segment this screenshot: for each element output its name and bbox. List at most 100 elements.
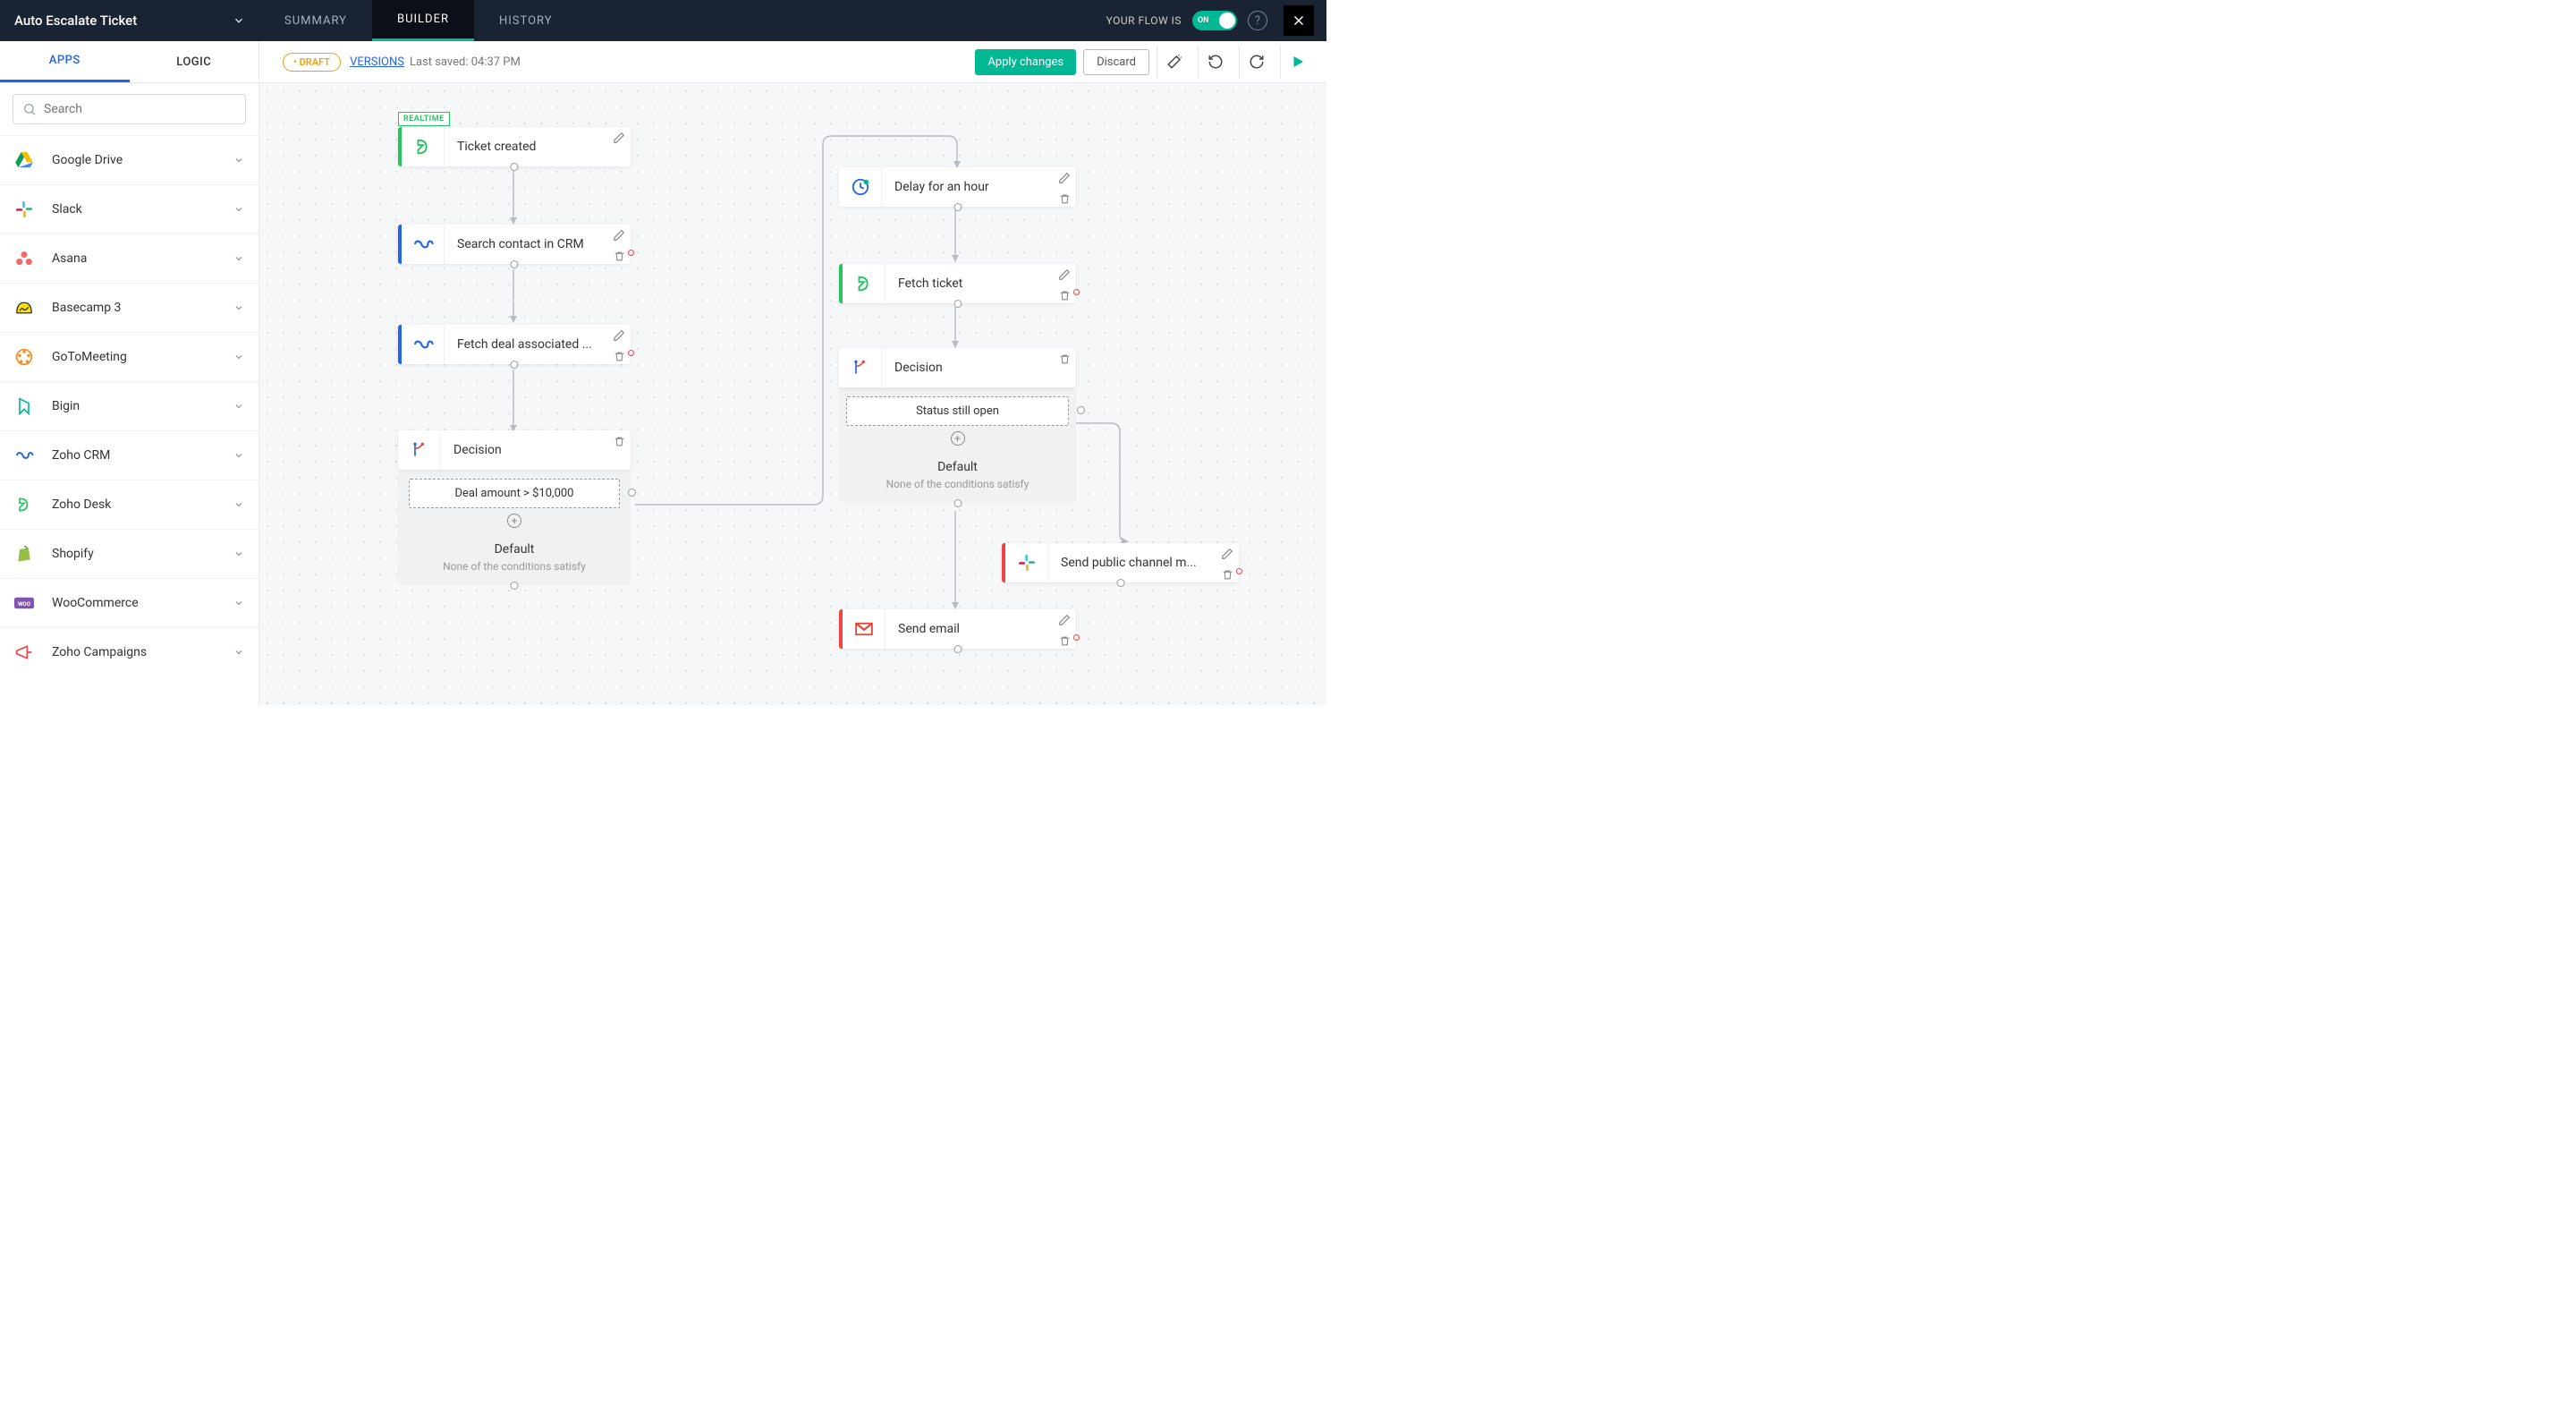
trash-icon[interactable] <box>1059 191 1071 208</box>
node-decision-deal[interactable]: Decision Deal amount > $10,000 + Default… <box>398 430 631 585</box>
node-decision-status[interactable]: Decision Status still open + Default Non… <box>839 348 1076 503</box>
run-button[interactable] <box>1280 45 1314 79</box>
tab-apps[interactable]: APPS <box>0 41 130 82</box>
node-delay[interactable]: Delay for an hour <box>839 167 1076 207</box>
node-ticket-created[interactable]: Ticket created <box>398 127 631 166</box>
redo-icon <box>1249 54 1265 70</box>
sidebar-item-bigin[interactable]: Bigin <box>0 381 258 430</box>
trash-icon[interactable] <box>614 434 625 451</box>
trash-icon[interactable] <box>1059 288 1071 305</box>
tab-logic[interactable]: LOGIC <box>130 41 259 82</box>
sidebar-item-shopify[interactable]: Shopify <box>0 529 258 578</box>
output-port[interactable] <box>953 645 962 653</box>
sidebar-item-asana[interactable]: Asana <box>0 234 258 283</box>
magic-wand-button[interactable] <box>1157 45 1191 79</box>
header-bar: Auto Escalate Ticket SUMMARY BUILDER HIS… <box>0 0 1326 41</box>
node-search-contact[interactable]: Search contact in CRM <box>398 225 631 264</box>
sidebar-item-basecamp[interactable]: Basecamp 3 <box>0 283 258 332</box>
output-port[interactable] <box>1077 406 1085 414</box>
flow-canvas[interactable]: REALTIME Ticket created Search contact i… <box>259 83 1326 706</box>
magic-wand-icon <box>1166 54 1182 70</box>
node-label: Send email <box>886 609 1076 649</box>
add-condition-button[interactable]: + <box>951 431 965 446</box>
output-port[interactable] <box>1116 579 1124 587</box>
discard-button[interactable]: Discard <box>1083 49 1149 75</box>
edit-icon[interactable] <box>1221 547 1233 564</box>
woocommerce-icon: WOO <box>14 593 34 613</box>
realtime-tag: REALTIME <box>398 112 450 126</box>
add-condition-button[interactable]: + <box>507 514 521 528</box>
redo-button[interactable] <box>1239 45 1273 79</box>
sidebar-item-gotomeeting[interactable]: GoToMeeting <box>0 332 258 381</box>
node-label: Search contact in CRM <box>445 225 631 264</box>
node-label: Fetch deal associated ... <box>445 325 631 364</box>
condition-chip[interactable]: Status still open <box>846 396 1069 426</box>
sidebar-item-zoho-crm[interactable]: Zoho CRM <box>0 430 258 480</box>
edit-icon[interactable] <box>1058 268 1071 285</box>
zoho-desk-icon <box>402 127 445 166</box>
node-fetch-deal[interactable]: Fetch deal associated ... <box>398 325 631 364</box>
edit-icon[interactable] <box>613 131 625 148</box>
warning-indicator <box>1073 289 1080 295</box>
flow-status-label: YOUR FLOW IS <box>1106 14 1182 27</box>
edit-icon[interactable] <box>1058 171 1071 188</box>
trash-icon[interactable] <box>1059 352 1071 369</box>
trash-icon[interactable] <box>614 349 625 366</box>
google-drive-icon <box>14 150 34 170</box>
undo-button[interactable] <box>1198 45 1232 79</box>
sidebar-item-zoho-desk[interactable]: Zoho Desk <box>0 480 258 529</box>
output-port[interactable] <box>953 203 962 211</box>
chevron-down-icon <box>233 401 244 412</box>
node-label: Ticket created <box>445 127 631 166</box>
sidebar-item-slack[interactable]: Slack <box>0 184 258 234</box>
output-port[interactable] <box>628 489 636 497</box>
edit-icon[interactable] <box>1058 613 1071 630</box>
sidebar-item-google-drive[interactable]: Google Drive <box>0 135 258 184</box>
chevron-down-icon <box>233 647 244 658</box>
chevron-down-icon <box>233 204 244 215</box>
output-port[interactable] <box>511 163 519 171</box>
chevron-down-icon <box>233 14 245 27</box>
output-port[interactable] <box>511 260 519 268</box>
edit-icon[interactable] <box>613 328 625 345</box>
decision-icon <box>398 430 441 470</box>
output-port[interactable] <box>511 361 519 369</box>
output-port[interactable] <box>511 582 519 590</box>
slack-icon <box>14 200 34 219</box>
trash-icon[interactable] <box>1222 567 1233 584</box>
close-button[interactable] <box>1284 5 1314 36</box>
versions-link[interactable]: VERSIONS <box>350 55 404 69</box>
node-send-slack[interactable]: Send public channel m... <box>1002 543 1239 582</box>
toolbar: APPS LOGIC • DRAFT VERSIONS Last saved: … <box>0 41 1326 83</box>
zoho-crm-icon <box>402 325 445 364</box>
tab-history[interactable]: HISTORY <box>474 0 578 41</box>
flow-on-toggle[interactable]: ON <box>1192 11 1237 30</box>
trash-icon[interactable] <box>1059 633 1071 650</box>
warning-indicator <box>1236 568 1242 574</box>
edit-icon[interactable] <box>613 228 625 245</box>
node-send-email[interactable]: Send email <box>839 609 1076 649</box>
output-port[interactable] <box>953 499 962 507</box>
main: Google Drive Slack Asana Basecamp 3 GoTo <box>0 83 1326 706</box>
node-fetch-ticket[interactable]: Fetch ticket <box>839 264 1076 303</box>
trash-icon[interactable] <box>614 249 625 266</box>
node-label: Delay for an hour <box>882 167 1076 207</box>
chevron-down-icon <box>233 548 244 559</box>
tab-summary[interactable]: SUMMARY <box>259 0 372 41</box>
search-input[interactable] <box>44 102 236 116</box>
chevron-down-icon <box>233 155 244 166</box>
chevron-down-icon <box>233 253 244 264</box>
condition-chip[interactable]: Deal amount > $10,000 <box>409 479 620 508</box>
flow-title-dropdown[interactable]: Auto Escalate Ticket <box>0 0 259 41</box>
svg-text:WOO: WOO <box>18 600 31 608</box>
chevron-down-icon <box>233 598 244 608</box>
output-port[interactable] <box>953 300 962 308</box>
sidebar-item-zoho-campaigns[interactable]: Zoho Campaigns <box>0 627 258 676</box>
close-icon <box>1291 13 1307 29</box>
play-icon <box>1290 54 1306 70</box>
apply-changes-button[interactable]: Apply changes <box>975 49 1076 75</box>
help-button[interactable]: ? <box>1248 11 1267 30</box>
tab-builder[interactable]: BUILDER <box>372 0 474 41</box>
sidebar-item-woocommerce[interactable]: WOO WooCommerce <box>0 578 258 627</box>
search-input-wrapper[interactable] <box>13 94 246 124</box>
